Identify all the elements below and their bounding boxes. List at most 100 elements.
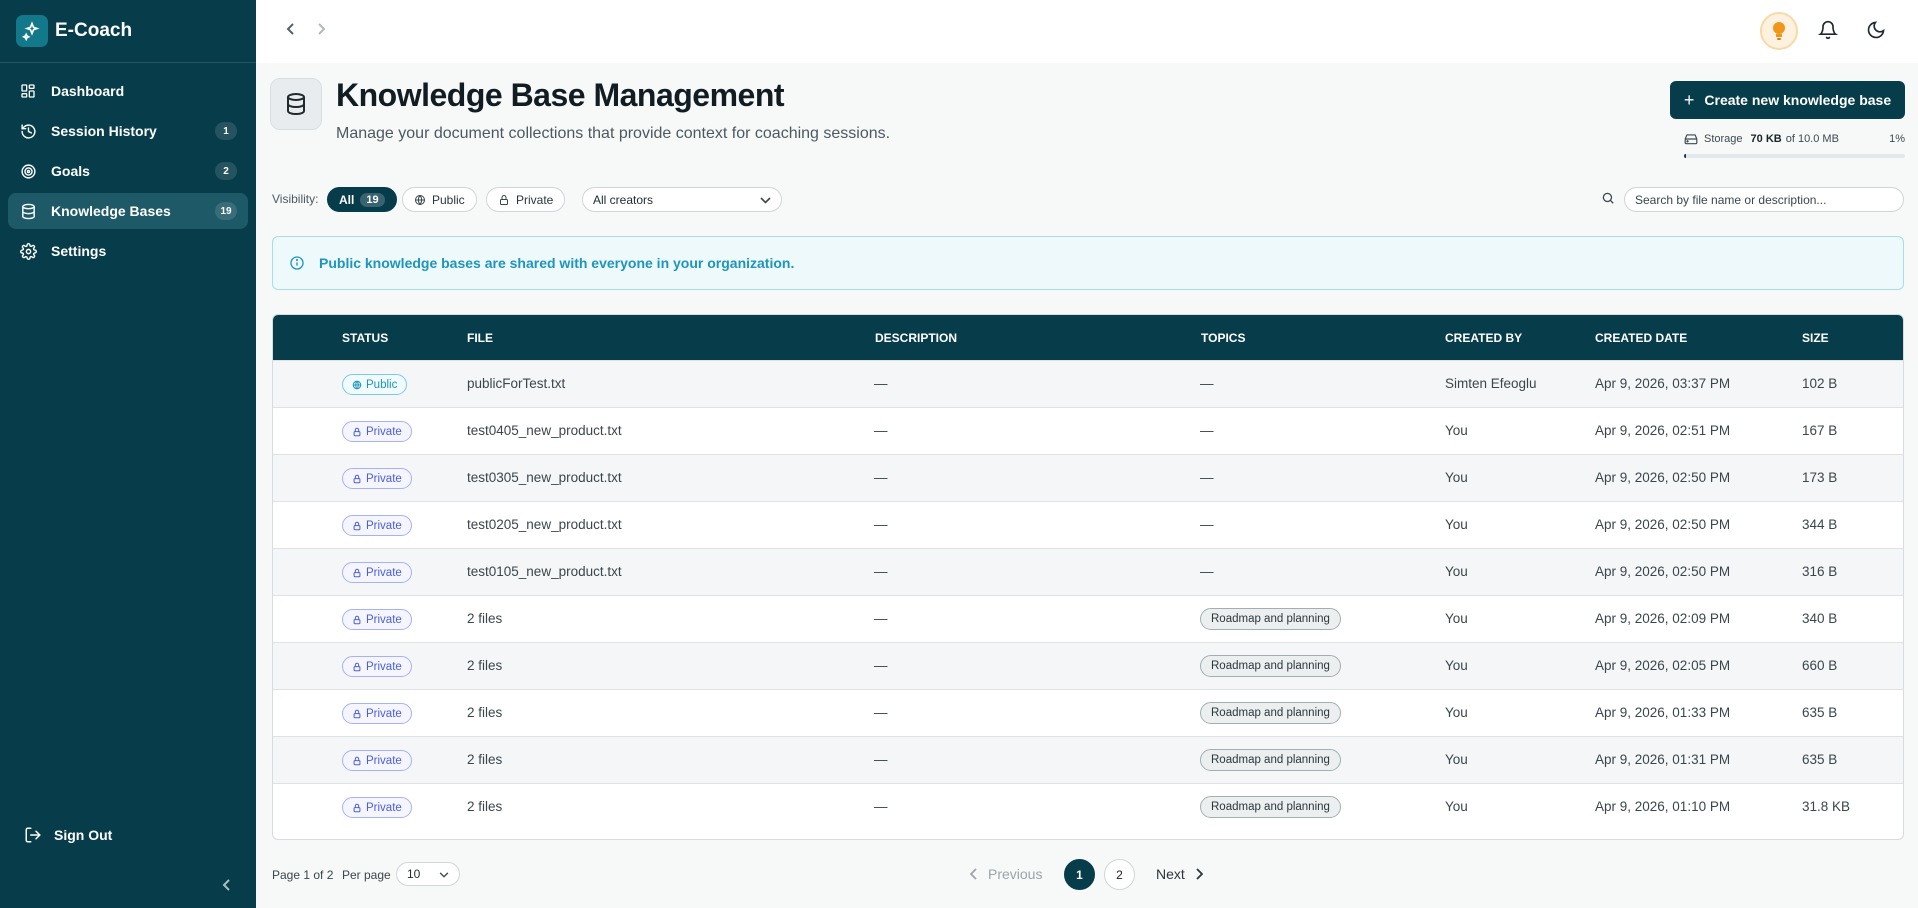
storage-progress-fill <box>1684 154 1687 158</box>
sidebar-item-label: Session History <box>51 123 157 139</box>
column-header-status[interactable]: Status <box>342 331 388 345</box>
description-cell: — <box>874 752 888 767</box>
created-date-cell: Apr 9, 2026, 02:50 PM <box>1595 564 1731 579</box>
description-cell: — <box>874 564 888 579</box>
file-cell[interactable]: test0205_new_product.txt <box>467 517 622 532</box>
table-row[interactable]: Public publicForTest.txt — — Simten Efeo… <box>273 360 1903 407</box>
sidebar-item-settings[interactable]: Settings <box>8 233 248 269</box>
created-by-cell: You <box>1445 517 1468 532</box>
table-row[interactable]: Private 2 files — Roadmap and planning Y… <box>273 736 1903 783</box>
create-knowledge-base-button[interactable]: + Create new knowledge base <box>1670 81 1905 119</box>
file-cell[interactable]: 2 files <box>467 752 502 767</box>
size-cell: 340 B <box>1802 611 1838 626</box>
created-date-cell: Apr 9, 2026, 01:10 PM <box>1595 799 1731 814</box>
table-row[interactable]: Private test0305_new_product.txt — — You… <box>273 454 1903 501</box>
status-badge: Private <box>342 656 412 677</box>
status-badge: Private <box>342 515 412 536</box>
search-input[interactable] <box>1624 187 1904 212</box>
sidebar-item-knowledge-bases[interactable]: Knowledge Bases 19 <box>8 193 248 229</box>
sidebar-item-badge: 1 <box>215 122 237 140</box>
storage-used: 70 KB <box>1750 133 1782 145</box>
chevron-down-icon <box>760 193 771 207</box>
per-page-select[interactable]: 10 <box>396 862 460 886</box>
sidebar-item-session-history[interactable]: Session History 1 <box>8 113 248 149</box>
table-row[interactable]: Private 2 files — Roadmap and planning Y… <box>273 595 1903 642</box>
table-row[interactable]: Private test0205_new_product.txt — — You… <box>273 501 1903 548</box>
sidebar-item-goals[interactable]: Goals 2 <box>8 153 248 189</box>
table-row[interactable]: Private 2 files — Roadmap and planning Y… <box>273 689 1903 736</box>
status-badge: Private <box>342 562 412 583</box>
size-cell: 344 B <box>1802 517 1838 532</box>
moon-icon[interactable] <box>1866 20 1886 45</box>
filter-all-chip[interactable]: All 19 <box>327 187 397 212</box>
status-label: Private <box>366 472 402 485</box>
page-button-2[interactable]: 2 <box>1104 859 1135 890</box>
sign-out-button[interactable]: Sign Out <box>24 826 112 844</box>
sidebar-item-label: Knowledge Bases <box>51 203 171 219</box>
size-cell: 167 B <box>1802 423 1838 438</box>
previous-page-button[interactable]: Previous <box>970 866 1042 882</box>
description-cell: — <box>874 658 888 673</box>
next-page-button[interactable]: Next <box>1156 866 1203 882</box>
status-badge: Private <box>342 609 412 630</box>
brand[interactable]: E-Coach <box>0 0 256 63</box>
topic-badge: Roadmap and planning <box>1200 608 1341 630</box>
table-row[interactable]: Private 2 files — Roadmap and planning Y… <box>273 783 1903 830</box>
filter-private-chip[interactable]: Private <box>486 187 566 212</box>
table-row[interactable]: Private 2 files — Roadmap and planning Y… <box>273 642 1903 689</box>
create-button-label: Create new knowledge base <box>1704 92 1892 108</box>
dashboard-icon <box>19 82 37 100</box>
lock-icon <box>352 662 366 672</box>
lightbulb-icon[interactable] <box>1760 12 1798 50</box>
topic-badge: Roadmap and planning <box>1200 796 1341 818</box>
info-banner-text: Public knowledge bases are shared with e… <box>319 255 795 271</box>
column-header-size[interactable]: Size <box>1802 331 1829 345</box>
column-header-created-date[interactable]: Created Date <box>1595 331 1687 345</box>
forward-arrow-icon[interactable] <box>316 20 326 41</box>
table-row[interactable]: Private test0405_new_product.txt — — You… <box>273 407 1903 454</box>
search-icon <box>1601 191 1615 210</box>
table-row[interactable]: Private test0105_new_product.txt — — You… <box>273 548 1903 595</box>
file-cell[interactable]: 2 files <box>467 611 502 626</box>
column-header-created-by[interactable]: Created By <box>1445 331 1522 345</box>
file-cell[interactable]: test0105_new_product.txt <box>467 564 622 579</box>
description-cell: — <box>874 376 888 391</box>
lock-icon <box>500 194 508 205</box>
storage-progress-bar <box>1684 154 1905 158</box>
created-date-cell: Apr 9, 2026, 02:51 PM <box>1595 423 1731 438</box>
file-cell[interactable]: 2 files <box>467 658 502 673</box>
created-by-cell: You <box>1445 752 1468 767</box>
gear-icon <box>19 242 37 260</box>
file-cell[interactable]: 2 files <box>467 799 502 814</box>
topic-badge: Roadmap and planning <box>1200 655 1341 677</box>
sidebar-nav: Dashboard Session History 1 Goals 2 Know… <box>0 63 256 283</box>
created-date-cell: Apr 9, 2026, 02:05 PM <box>1595 658 1731 673</box>
created-by-cell: Simten Efeoglu <box>1445 376 1537 391</box>
filter-public-chip[interactable]: Public <box>402 187 477 212</box>
back-arrow-icon[interactable] <box>286 20 296 41</box>
bell-icon[interactable] <box>1817 20 1839 45</box>
sidebar-item-badge: 2 <box>215 162 237 180</box>
column-header-topics[interactable]: Topics <box>1201 331 1245 345</box>
filter-all-label: All <box>339 192 355 207</box>
created-date-cell: Apr 9, 2026, 02:09 PM <box>1595 611 1731 626</box>
file-cell[interactable]: 2 files <box>467 705 502 720</box>
file-cell[interactable]: test0405_new_product.txt <box>467 423 622 438</box>
file-cell[interactable]: test0305_new_product.txt <box>467 470 622 485</box>
sidebar-item-dashboard[interactable]: Dashboard <box>8 73 248 109</box>
created-date-cell: Apr 9, 2026, 01:33 PM <box>1595 705 1731 720</box>
logout-icon <box>24 826 42 844</box>
history-icon <box>19 122 37 140</box>
page-button-1[interactable]: 1 <box>1064 859 1095 890</box>
column-header-description[interactable]: Description <box>875 331 957 345</box>
lock-icon <box>352 568 366 578</box>
topics-cell: — <box>1200 564 1214 579</box>
creator-filter-select[interactable]: All creators <box>582 187 782 212</box>
column-header-file[interactable]: File <box>467 331 493 345</box>
creator-select-value: All creators <box>593 192 654 207</box>
status-label: Private <box>366 519 402 532</box>
collapse-sidebar-icon[interactable] <box>222 878 232 894</box>
file-cell[interactable]: publicForTest.txt <box>467 376 565 391</box>
info-icon <box>289 255 305 271</box>
status-badge: Public <box>342 374 408 395</box>
